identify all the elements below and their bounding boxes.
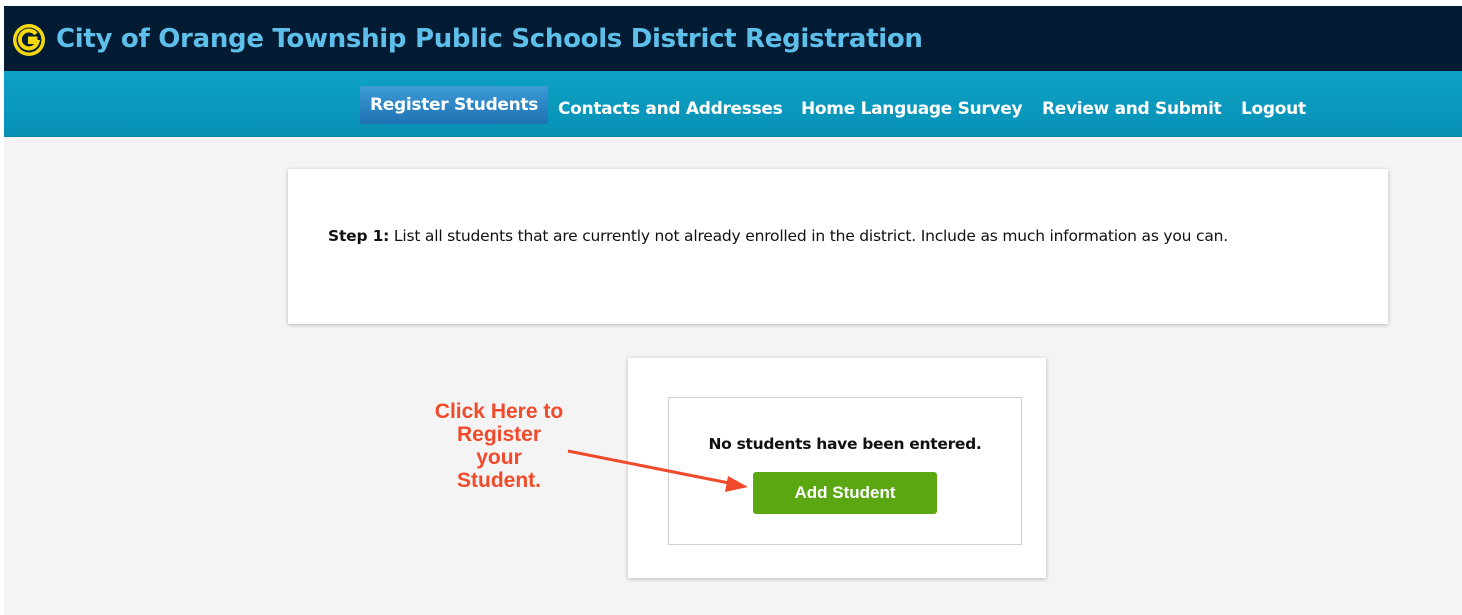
app-header: City of Orange Township Public Schools D… (4, 6, 1462, 71)
callout-annotation: Click Here to Register your Student. (414, 400, 584, 492)
callout-line-4: Student. (457, 469, 541, 492)
page-frame: City of Orange Township Public Schools D… (4, 6, 1462, 615)
callout-line-1: Click Here to (434, 400, 564, 423)
tab-contacts-and-addresses[interactable]: Contacts and Addresses (558, 91, 783, 127)
step-description: List all students that are currently not… (389, 227, 1229, 245)
tab-logout[interactable]: Logout (1241, 91, 1306, 127)
app-title: City of Orange Township Public Schools D… (56, 24, 923, 54)
tab-review-and-submit[interactable]: Review and Submit (1042, 91, 1222, 127)
callout-arrow-icon (567, 449, 748, 492)
tab-home-language-survey[interactable]: Home Language Survey (801, 91, 1023, 127)
district-g-logo-icon (13, 24, 45, 56)
add-student-button[interactable]: Add Student (753, 472, 937, 514)
callout-line-3: your (476, 446, 522, 469)
step-label: Step 1: (328, 227, 390, 245)
tab-register-students[interactable]: Register Students (360, 86, 549, 124)
step-instructions: Step 1: List all students that are curre… (328, 227, 1378, 245)
main-nav: Register Students Contacts and Addresses… (4, 71, 1462, 137)
callout-line-2: Register (456, 423, 542, 446)
step-instructions-card: Step 1: List all students that are curre… (288, 169, 1388, 324)
